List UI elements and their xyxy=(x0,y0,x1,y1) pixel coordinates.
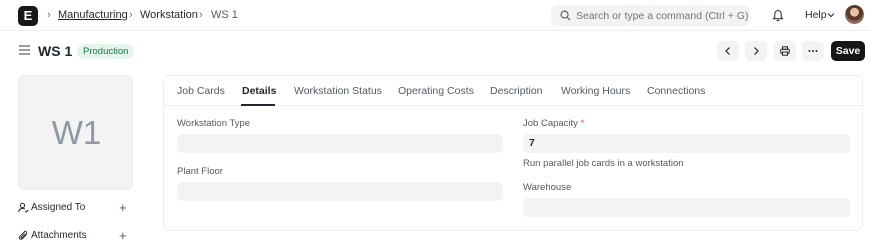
active-tab-indicator xyxy=(241,104,275,106)
tab-details[interactable]: Details xyxy=(242,85,276,97)
warehouse-input[interactable] xyxy=(523,198,850,217)
bell-icon[interactable] xyxy=(772,9,784,22)
tab-operating-costs[interactable]: Operating Costs xyxy=(398,85,474,97)
app-logo[interactable]: E xyxy=(18,6,38,26)
job-capacity-description: Run parallel job cards in a workstation xyxy=(523,158,684,169)
form-card: Job Cards Details Workstation Status Ope… xyxy=(163,75,863,231)
previous-button[interactable] xyxy=(717,41,739,61)
chevron-right-icon xyxy=(754,47,759,55)
save-button[interactable]: Save xyxy=(831,41,865,61)
sidebar-item-label: Attachments xyxy=(31,230,87,241)
sidebar-attachments[interactable]: Attachments + xyxy=(18,228,133,243)
job-capacity-label-text: Job Capacity xyxy=(523,118,578,129)
search-icon xyxy=(560,10,571,21)
print-button[interactable] xyxy=(774,41,796,61)
search-bar[interactable]: Search or type a command (Ctrl + G) xyxy=(551,5,750,26)
printer-icon xyxy=(780,46,790,56)
image-initials: W1 xyxy=(51,114,102,151)
status-badge: Production xyxy=(77,44,135,59)
tab-job-cards[interactable]: Job Cards xyxy=(177,85,225,97)
menu-icon[interactable] xyxy=(19,45,30,55)
breadcrumb-workstation[interactable]: Workstation xyxy=(140,9,198,21)
workstation-image-placeholder[interactable]: W1 xyxy=(18,75,133,190)
job-capacity-input[interactable]: 7 xyxy=(523,134,850,153)
chevron-left-icon xyxy=(725,47,730,55)
page-title: WS 1 xyxy=(38,43,73,59)
tab-description[interactable]: Description xyxy=(490,85,543,97)
user-avatar[interactable] xyxy=(845,5,864,24)
more-options-button[interactable] xyxy=(802,41,824,61)
tab-workstation-status[interactable]: Workstation Status xyxy=(294,85,382,97)
breadcrumb-separator-icon: › xyxy=(129,9,133,21)
breadcrumb-separator-icon: › xyxy=(47,9,51,21)
tab-connections[interactable]: Connections xyxy=(647,85,705,97)
assign-icon xyxy=(18,202,29,213)
workstation-type-input[interactable] xyxy=(177,134,503,153)
help-menu[interactable]: Help xyxy=(805,9,827,21)
breadcrumb-current: WS 1 xyxy=(211,9,238,21)
sidebar-item-label: Assigned To xyxy=(31,202,86,213)
next-button[interactable] xyxy=(745,41,767,61)
warehouse-label: Warehouse xyxy=(523,182,572,193)
sidebar-assigned-to[interactable]: Assigned To + xyxy=(18,200,133,215)
plant-floor-input[interactable] xyxy=(177,182,503,201)
job-capacity-label: Job Capacity * xyxy=(523,118,584,129)
plant-floor-label: Plant Floor xyxy=(177,166,223,177)
required-mark: * xyxy=(580,118,585,129)
plus-icon[interactable]: + xyxy=(119,228,127,243)
attachment-icon xyxy=(18,230,28,240)
tab-working-hours[interactable]: Working Hours xyxy=(561,85,630,97)
more-icon xyxy=(808,50,818,52)
search-placeholder: Search or type a command (Ctrl + G) xyxy=(576,10,749,22)
form-tabs: Job Cards Details Workstation Status Ope… xyxy=(164,76,862,106)
plus-icon[interactable]: + xyxy=(119,200,127,215)
workstation-type-label: Workstation Type xyxy=(177,118,251,129)
chevron-down-icon xyxy=(827,13,835,18)
breadcrumb-manufacturing[interactable]: Manufacturing xyxy=(58,9,128,21)
navbar: E › Manufacturing › Workstation › WS 1 S… xyxy=(0,0,870,31)
breadcrumb-separator-icon: › xyxy=(199,9,203,21)
